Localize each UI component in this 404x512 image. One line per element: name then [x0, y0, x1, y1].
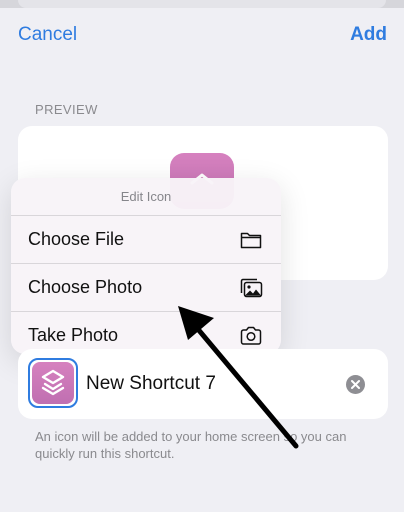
menu-item-choose-file[interactable]: Choose File	[11, 216, 281, 264]
shortcut-name-field[interactable]: New Shortcut 7	[86, 373, 216, 395]
add-button[interactable]: Add	[350, 24, 387, 46]
shortcut-icon-button[interactable]	[28, 358, 78, 408]
sheet-top-edge-inner	[18, 0, 386, 8]
shortcuts-glyph-icon	[41, 369, 65, 396]
camera-icon	[240, 326, 262, 345]
edit-icon-menu: Edit Icon Choose File Choose Photo Take …	[11, 178, 281, 354]
menu-item-take-photo[interactable]: Take Photo	[11, 312, 281, 354]
folder-icon	[240, 232, 262, 249]
menu-item-label: Choose File	[28, 229, 125, 249]
helper-text: An icon will be added to your home scree…	[35, 429, 347, 461]
menu-item-label: Take Photo	[28, 325, 119, 345]
sheet-top-edge	[0, 0, 404, 8]
clear-text-button[interactable]	[346, 375, 365, 394]
menu-item-label: Choose Photo	[28, 277, 143, 297]
photos-icon	[240, 278, 263, 298]
edit-icon-menu-title: Edit Icon	[11, 178, 281, 216]
close-icon	[351, 380, 360, 389]
menu-item-choose-photo[interactable]: Choose Photo	[11, 264, 281, 312]
cancel-button[interactable]: Cancel	[18, 24, 77, 46]
shortcuts-icon	[32, 362, 74, 404]
preview-section-label: PREVIEW	[35, 102, 98, 117]
